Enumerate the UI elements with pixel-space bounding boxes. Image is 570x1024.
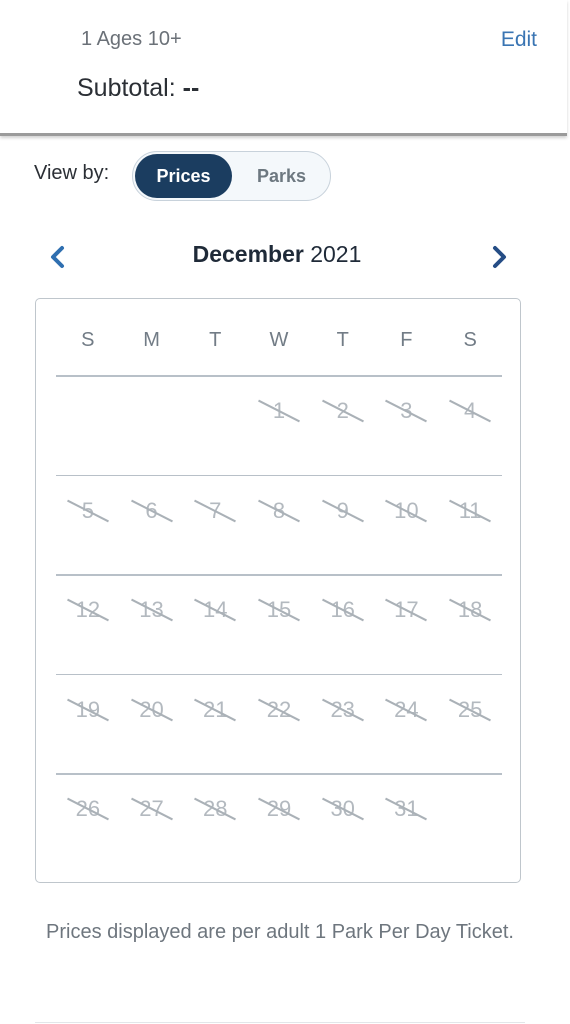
- week-divider: [56, 673, 502, 675]
- view-by-toggle: Prices Parks: [132, 151, 331, 201]
- weekday-header-row: SMTWTFS: [56, 329, 502, 359]
- week-divider: [56, 773, 502, 775]
- calendar-day-unavailable: 22: [247, 690, 311, 730]
- calendar-day-unavailable: 3: [375, 391, 439, 431]
- calendar-day-unavailable: 16: [311, 590, 375, 630]
- calendar-day-unavailable: 6: [120, 491, 184, 531]
- calendar-day-unavailable: 12: [56, 590, 120, 630]
- calendar-day-unavailable: 10: [375, 491, 439, 531]
- calendar-day-unavailable: 31: [375, 789, 439, 829]
- calendar-day-unavailable: 18: [438, 590, 502, 630]
- week-divider: [56, 375, 502, 377]
- view-by-parks-option[interactable]: Parks: [233, 154, 330, 198]
- weekday-label: F: [400, 329, 413, 351]
- weekday-label: T: [336, 329, 349, 351]
- edit-party-link[interactable]: Edit: [501, 28, 537, 52]
- calendar-day-unavailable: 29: [247, 789, 311, 829]
- week-divider: [56, 474, 502, 476]
- subtotal: Subtotal: --: [77, 74, 199, 103]
- calendar-day-unavailable: 23: [311, 690, 375, 730]
- calendar-day-unavailable: 24: [375, 690, 439, 730]
- view-by-label: View by:: [34, 162, 110, 184]
- subtotal-label: Subtotal:: [77, 74, 176, 102]
- calendar-day-unavailable: 15: [247, 590, 311, 630]
- calendar-day-unavailable: 5: [56, 491, 120, 531]
- calendar-day-unavailable: 19: [56, 690, 120, 730]
- calendar-day-unavailable: 27: [120, 789, 184, 829]
- weekday-label: S: [463, 329, 477, 351]
- calendar-day-unavailable: 26: [56, 789, 120, 829]
- party-size-label: 1 Ages 10+: [81, 28, 182, 50]
- next-month-button[interactable]: [486, 243, 512, 271]
- weekday-label: W: [269, 329, 289, 351]
- divider: [35, 1022, 525, 1023]
- calendar-day-unavailable: 30: [311, 789, 375, 829]
- weekday-label: M: [143, 329, 160, 351]
- month-year: 2021: [310, 241, 362, 267]
- calendar-day-unavailable: 25: [438, 690, 502, 730]
- weekday-label: S: [81, 329, 95, 351]
- calendar-day-unavailable: 17: [375, 590, 439, 630]
- calendar-day-unavailable: 7: [183, 491, 247, 531]
- ticket-summary-header: 1 Ages 10+ Edit Subtotal: --: [0, 0, 567, 136]
- calendar-day-unavailable: 1: [247, 391, 311, 431]
- view-by-prices-option[interactable]: Prices: [135, 154, 232, 198]
- calendar-day-unavailable: 28: [183, 789, 247, 829]
- calendar-day-unavailable: 11: [438, 491, 502, 531]
- calendar-day-unavailable: 8: [247, 491, 311, 531]
- weekday-label: T: [209, 329, 222, 351]
- calendar-day-unavailable: 14: [183, 590, 247, 630]
- subtotal-value: --: [182, 74, 200, 102]
- calendar-day-unavailable: 20: [120, 690, 184, 730]
- calendar-grid: SMTWTFS 12345678910111213141516171819202…: [35, 298, 521, 883]
- chevron-right-icon: [493, 246, 506, 268]
- week-divider: [56, 574, 502, 576]
- month-name: December: [192, 241, 304, 267]
- calendar-day-unavailable: 13: [120, 590, 184, 630]
- month-title: December 2021: [0, 241, 554, 268]
- calendar-day-unavailable: 21: [183, 690, 247, 730]
- calendar-day-unavailable: 4: [438, 391, 502, 431]
- calendar-day-unavailable: 9: [311, 491, 375, 531]
- calendar-day-unavailable: 2: [311, 391, 375, 431]
- price-footnote: Prices displayed are per adult 1 Park Pe…: [46, 921, 514, 943]
